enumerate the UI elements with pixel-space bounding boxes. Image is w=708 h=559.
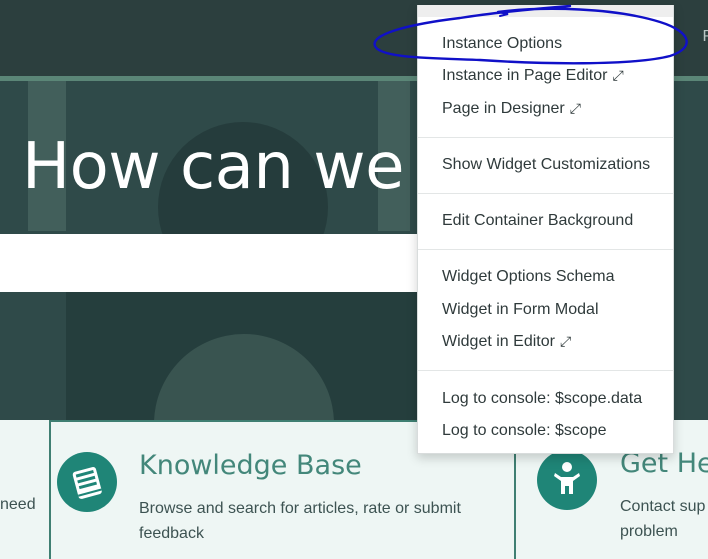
card-title: Knowledge Base xyxy=(139,450,362,481)
menu-item-page-in-designer[interactable]: Page in Designer ⤢ xyxy=(442,100,581,118)
menu-item-instance-in-page-editor[interactable]: Instance in Page Editor ⤢ xyxy=(442,67,624,85)
menu-item-label: Page in Designer xyxy=(442,100,565,117)
card-description-line: feedback xyxy=(139,525,204,542)
menu-divider xyxy=(418,193,673,194)
menu-item-label: Edit Container Background xyxy=(442,212,634,229)
card-description-line: Contact sup xyxy=(620,498,706,515)
menu-divider xyxy=(418,137,673,138)
card-description: Browse and search for articles, rate or … xyxy=(139,496,461,546)
card-description-line: Browse and search for articles, rate or … xyxy=(139,500,461,517)
menu-item-label: Widget Options Schema xyxy=(442,268,615,285)
menu-item-label: Log to console: $scope.data xyxy=(442,390,643,407)
external-link-icon: ⤢ xyxy=(559,333,572,349)
card-description: Contact sup problem xyxy=(620,494,705,544)
menu-top-edge xyxy=(418,5,673,17)
widget-context-menu: Instance Options Instance in Page Editor… xyxy=(417,5,674,454)
menu-divider xyxy=(418,249,673,250)
menu-item-label: Widget in Form Modal xyxy=(442,301,599,318)
hero-title: How can we h xyxy=(22,130,464,204)
menu-item-log-scope[interactable]: Log to console: $scope xyxy=(442,422,607,440)
menu-item-label: Widget in Editor xyxy=(442,333,555,350)
menu-item-log-scope-data[interactable]: Log to console: $scope.data xyxy=(442,390,642,408)
card-description-line: problem xyxy=(620,523,678,540)
menu-item-widget-in-form-modal[interactable]: Widget in Form Modal xyxy=(442,301,599,319)
menu-item-edit-container-background[interactable]: Edit Container Background xyxy=(442,212,633,230)
menu-item-widget-in-editor[interactable]: Widget in Editor ⤢ xyxy=(442,333,571,351)
menu-item-label: Show Widget Customizations xyxy=(442,156,651,173)
search-input[interactable] xyxy=(0,234,430,292)
menu-item-widget-options-schema[interactable]: Widget Options Schema xyxy=(442,268,615,286)
external-link-icon: ⤢ xyxy=(569,100,581,116)
navbar-menu-item-partial[interactable]: R xyxy=(702,28,708,46)
menu-item-label: Instance Options xyxy=(442,35,563,52)
menu-item-label: Instance in Page Editor xyxy=(442,67,608,84)
menu-divider xyxy=(418,370,673,371)
menu-item-instance-options[interactable]: Instance Options xyxy=(442,35,562,53)
card-description: need xyxy=(0,496,36,513)
person-icon xyxy=(537,450,597,510)
external-link-icon: ⤢ xyxy=(612,67,624,83)
menu-item-label: Log to console: $scope xyxy=(442,422,607,439)
menu-item-show-widget-customizations[interactable]: Show Widget Customizations xyxy=(442,156,650,174)
book-icon xyxy=(57,452,117,512)
card-partial-left[interactable]: need xyxy=(0,420,50,559)
